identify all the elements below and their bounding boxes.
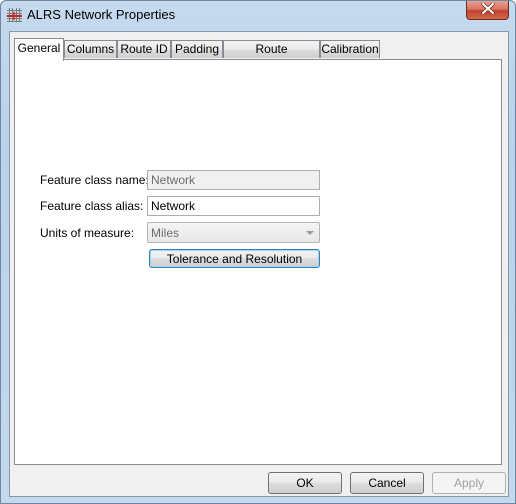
chevron-down-icon [306,231,314,235]
feature-class-name-field: Network [147,170,320,190]
tolerance-and-resolution-button[interactable]: Tolerance and Resolution [149,249,320,268]
general-tab-panel: Feature class name: Network Feature clas… [14,59,502,465]
cancel-button[interactable]: Cancel [350,472,424,494]
tab-general[interactable]: General [14,38,64,61]
tab-padding[interactable]: Padding [171,40,223,58]
feature-class-name-label: Feature class name: [40,173,149,187]
title-bar[interactable]: ALRS Network Properties [1,1,515,29]
close-button[interactable] [466,1,509,20]
tab-route-id[interactable]: Route ID [117,40,171,58]
tab-calibration[interactable]: Calibration [320,40,380,58]
ok-button[interactable]: OK [268,472,342,494]
window-title: ALRS Network Properties [27,7,176,22]
close-x-icon [480,2,495,17]
units-of-measure-value: Miles [151,226,180,240]
dialog-window: ALRS Network Properties General Columns … [0,0,516,504]
units-of-measure-dropdown: Miles [147,222,320,243]
dialog-client-area: General Columns Route ID Padding Route D… [9,31,509,497]
units-of-measure-label: Units of measure: [40,226,135,240]
tab-route-dominance[interactable]: Route Dominance [223,40,320,72]
apply-button: Apply [432,472,506,494]
alrs-network-grid-icon [7,8,22,22]
feature-class-alias-label: Feature class alias: [40,199,144,213]
tab-columns[interactable]: Columns [64,40,117,58]
feature-class-alias-field[interactable]: Network [147,196,320,216]
